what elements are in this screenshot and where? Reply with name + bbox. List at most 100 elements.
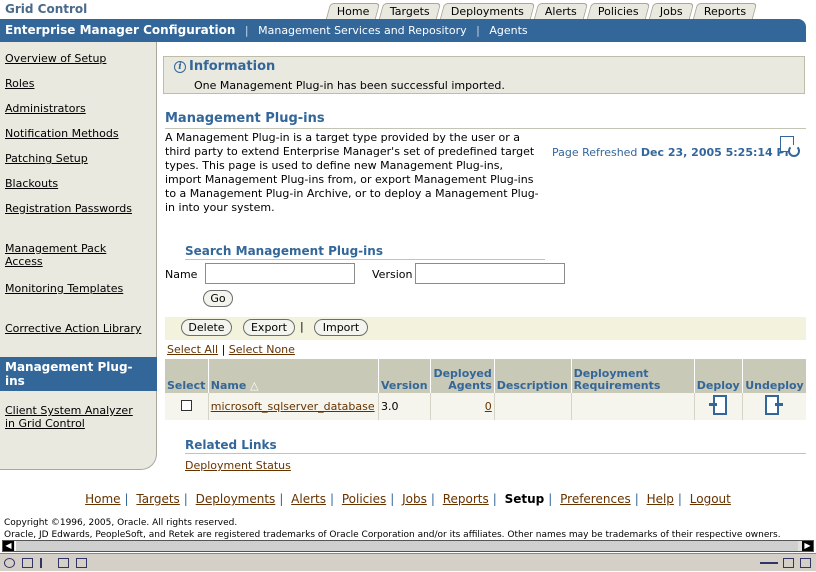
- selection-separator: |: [221, 343, 226, 356]
- sidebar-item-administrators[interactable]: Administrators: [5, 102, 145, 115]
- security-icon: [783, 558, 794, 568]
- global-tabs: Home Targets Deployments Alerts Policies…: [325, 3, 757, 19]
- subnav-link-agents[interactable]: Agents: [489, 24, 527, 37]
- footer-link-alerts[interactable]: Alerts: [291, 492, 326, 506]
- scroll-left-icon[interactable]: ◀: [3, 541, 14, 551]
- scroll-thumb[interactable]: [15, 541, 798, 551]
- tab-label: Policies: [598, 5, 639, 18]
- sidebar-link[interactable]: Notification Methods: [5, 127, 119, 140]
- refreshed-value: Dec 23, 2005 5:25:14 PM: [640, 146, 796, 159]
- col-deploy: Deploy: [694, 359, 743, 393]
- sidebar-item-registration-passwords[interactable]: Registration Passwords: [5, 202, 145, 215]
- footer-link-policies[interactable]: Policies: [342, 492, 386, 506]
- delete-button[interactable]: Delete: [181, 319, 232, 336]
- sidebar-item-client-system-analyzer[interactable]: Client System Analyzer in Grid Control: [5, 404, 145, 430]
- sidebar-link[interactable]: Overview of Setup: [5, 52, 106, 65]
- subnav-separator: |: [476, 24, 480, 37]
- col-description: Description: [494, 359, 572, 393]
- table-header-row: Select Name △ Version Deployed Agents De…: [165, 359, 806, 393]
- name-input[interactable]: [205, 263, 355, 284]
- sidebar-link[interactable]: Client System Analyzer in Grid Control: [5, 404, 133, 430]
- search-title: Search Management Plug-ins: [185, 244, 383, 258]
- deployment-status-link[interactable]: Deployment Status: [185, 459, 291, 472]
- footer-link-jobs[interactable]: Jobs: [402, 492, 427, 506]
- export-button[interactable]: Export: [243, 319, 295, 336]
- search-divider: [185, 259, 545, 260]
- sidebar-item-overview[interactable]: Overview of Setup: [5, 52, 145, 65]
- name-cell: microsoft_sqlserver_database: [208, 393, 380, 420]
- tab-jobs[interactable]: Jobs: [648, 3, 694, 19]
- select-none-link[interactable]: Select None: [229, 343, 295, 356]
- footer-link-logout[interactable]: Logout: [690, 492, 731, 506]
- sidebar-item-blackouts[interactable]: Blackouts: [5, 177, 145, 190]
- undeploy-icon[interactable]: [765, 395, 784, 415]
- mail-icon[interactable]: [22, 558, 33, 568]
- selection-links: Select All | Select None: [167, 343, 295, 356]
- person-icon[interactable]: [40, 558, 51, 568]
- col-name[interactable]: Name △: [208, 359, 380, 393]
- sidebar-link[interactable]: Blackouts: [5, 177, 58, 190]
- refresh-icon[interactable]: [780, 136, 800, 157]
- sidebar-item-management-pack-access[interactable]: Management Pack Access: [5, 242, 145, 268]
- footer-link-deployments[interactable]: Deployments: [196, 492, 276, 506]
- deploy-icon[interactable]: [709, 395, 728, 415]
- row-checkbox[interactable]: [180, 399, 192, 411]
- select-all-link[interactable]: Select All: [167, 343, 218, 356]
- brand-title: Grid Control: [5, 2, 88, 16]
- tab-label: Deployments: [451, 5, 525, 18]
- globe-icon[interactable]: [4, 558, 15, 568]
- tab-policies[interactable]: Policies: [587, 3, 651, 19]
- col-name-label: Name: [210, 379, 247, 392]
- go-button[interactable]: Go: [203, 290, 233, 307]
- sidebar-item-notification-methods[interactable]: Notification Methods: [5, 127, 145, 140]
- footer-link-help[interactable]: Help: [647, 492, 674, 506]
- import-button[interactable]: Import: [314, 319, 368, 336]
- sidebar-item-roles[interactable]: Roles: [5, 77, 145, 90]
- tab-label: Reports: [703, 5, 746, 18]
- browser-status-bar: [0, 553, 816, 571]
- sidebar-link[interactable]: Monitoring Templates: [5, 282, 123, 295]
- version-label: Version: [372, 268, 413, 281]
- plugin-name-link[interactable]: microsoft_sqlserver_database: [211, 400, 375, 413]
- sidebar-link[interactable]: Registration Passwords: [5, 202, 132, 215]
- network-icon[interactable]: [58, 558, 69, 568]
- related-links-title: Related Links: [185, 438, 277, 452]
- page-refreshed: Page Refreshed Dec 23, 2005 5:25:14 PM: [552, 146, 796, 159]
- footer-link-targets[interactable]: Targets: [136, 492, 179, 506]
- legal-text: Oracle, JD Edwards, PeopleSoft, and Rete…: [4, 530, 781, 540]
- info-icon: i: [174, 60, 186, 73]
- footer-link-preferences[interactable]: Preferences: [560, 492, 631, 506]
- tab-reports[interactable]: Reports: [692, 3, 757, 19]
- table-row: microsoft_sqlserver_database 3.0 0: [165, 393, 806, 420]
- deployed-agents-link[interactable]: 0: [485, 400, 492, 413]
- col-requirements: Deployment Requirements: [571, 359, 695, 393]
- related-divider: [185, 453, 806, 454]
- sidebar-link[interactable]: Patching Setup: [5, 152, 88, 165]
- description-cell: [494, 393, 572, 420]
- sidebar-link[interactable]: Corrective Action Library: [5, 322, 141, 335]
- subnav-link-services[interactable]: Management Services and Repository: [258, 24, 467, 37]
- footer-link-reports[interactable]: Reports: [443, 492, 489, 506]
- sidebar-item-patching-setup[interactable]: Patching Setup: [5, 152, 145, 165]
- tab-home[interactable]: Home: [325, 3, 381, 19]
- subnav-bar: Enterprise Manager Configuration | Manag…: [0, 19, 806, 42]
- title-divider: [165, 128, 806, 129]
- sidebar-item-management-plugins[interactable]: Management Plug-ins: [0, 357, 157, 391]
- col-deployed-agents: Deployed Agents: [430, 359, 495, 393]
- sidebar-item-monitoring-templates[interactable]: Monitoring Templates: [5, 282, 145, 295]
- plugins-table: Select Name △ Version Deployed Agents De…: [165, 359, 806, 420]
- horizontal-scrollbar[interactable]: ◀ ▶: [2, 540, 814, 552]
- scroll-right-icon[interactable]: ▶: [802, 541, 813, 551]
- sidebar-link[interactable]: Roles: [5, 77, 34, 90]
- tab-deployments[interactable]: Deployments: [440, 3, 536, 19]
- sidebar-link[interactable]: Administrators: [5, 102, 86, 115]
- sidebar-link[interactable]: Management Pack Access: [5, 242, 106, 268]
- tab-alerts[interactable]: Alerts: [534, 3, 589, 19]
- subnav-active: Enterprise Manager Configuration: [5, 23, 236, 37]
- sidebar-item-corrective-action-library[interactable]: Corrective Action Library: [5, 322, 145, 335]
- page-icon[interactable]: [76, 558, 87, 568]
- undeploy-cell: [742, 393, 806, 420]
- version-input[interactable]: [415, 263, 565, 284]
- tab-targets[interactable]: Targets: [379, 3, 442, 19]
- footer-link-home[interactable]: Home: [85, 492, 120, 506]
